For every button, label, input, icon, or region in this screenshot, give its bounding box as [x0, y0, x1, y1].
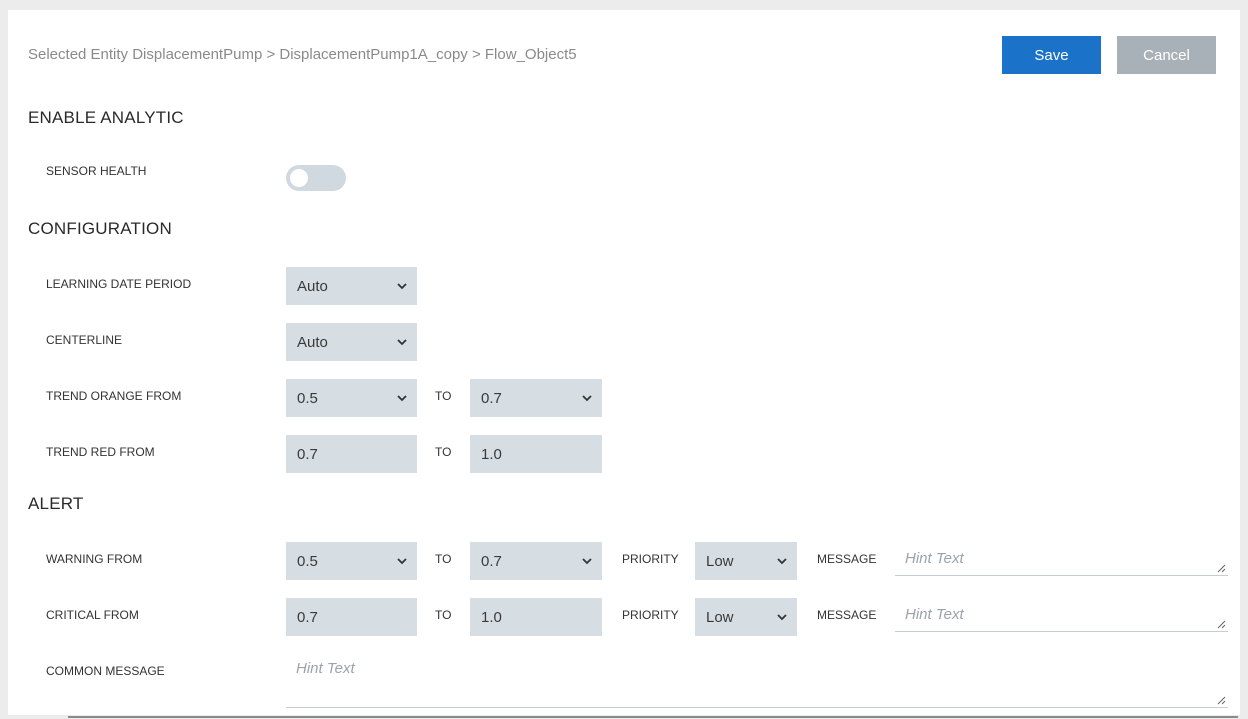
chevron-down-icon — [777, 614, 787, 621]
centerline-label: CENTERLINE — [46, 333, 123, 347]
breadcrumb: Selected Entity DisplacementPump > Displ… — [28, 46, 577, 63]
section-configuration: CONFIGURATION — [28, 219, 172, 238]
chevron-down-icon — [397, 558, 407, 565]
warning-priority-label: PRIORITY — [622, 552, 679, 566]
learning-date-period-label: LEARNING DATE PERIOD — [46, 277, 192, 291]
learning-date-period-select[interactable]: Auto — [286, 267, 417, 305]
sensor-health-toggle[interactable] — [286, 165, 346, 191]
trend-orange-from-value: 0.5 — [297, 389, 318, 407]
warning-priority-value: Low — [706, 552, 734, 570]
warning-message-placeholder: Hint Text — [905, 550, 964, 567]
warning-to-select[interactable]: 0.7 — [470, 542, 602, 580]
warning-from-label: WARNING FROM — [46, 552, 143, 566]
critical-from-input[interactable]: 0.7 — [286, 598, 417, 636]
warning-to-value: 0.7 — [481, 552, 502, 570]
section-alert: ALERT — [28, 494, 84, 513]
critical-priority-select[interactable]: Low — [695, 598, 797, 636]
trend-orange-to-value: 0.7 — [481, 389, 502, 407]
warning-from-value: 0.5 — [297, 552, 318, 570]
chevron-down-icon — [582, 558, 592, 565]
save-button[interactable]: Save — [1002, 36, 1101, 74]
common-message-textarea[interactable]: Hint Text — [286, 652, 1228, 708]
toggle-knob — [290, 169, 308, 187]
learning-date-period-value: Auto — [297, 277, 328, 295]
warning-message-textarea[interactable]: Hint Text — [895, 542, 1228, 576]
chevron-down-icon — [397, 339, 407, 346]
resize-handle-icon[interactable] — [1216, 563, 1226, 573]
warning-message-label: MESSAGE — [817, 552, 877, 566]
cancel-button[interactable]: Cancel — [1117, 36, 1216, 74]
resize-handle-icon[interactable] — [1216, 695, 1226, 705]
trend-orange-to-label: TO — [435, 389, 452, 403]
warning-priority-select[interactable]: Low — [695, 542, 797, 580]
trend-red-to-input[interactable]: 1.0 — [470, 435, 602, 473]
critical-from-label: CRITICAL FROM — [46, 608, 139, 622]
sensor-health-label: SENSOR HEALTH — [46, 164, 147, 178]
centerline-select[interactable]: Auto — [286, 323, 417, 361]
critical-message-label: MESSAGE — [817, 608, 877, 622]
chevron-down-icon — [397, 283, 407, 290]
critical-priority-value: Low — [706, 608, 734, 626]
critical-to-input[interactable]: 1.0 — [470, 598, 602, 636]
common-message-placeholder: Hint Text — [296, 660, 355, 677]
trend-orange-label: TREND ORANGE FROM — [46, 389, 182, 403]
common-message-label: COMMON MESSAGE — [46, 664, 165, 678]
trend-red-to-label: TO — [435, 445, 452, 459]
critical-to-label: TO — [435, 608, 452, 622]
chevron-down-icon — [582, 395, 592, 402]
trend-red-label: TREND RED FROM — [46, 445, 155, 459]
chevron-down-icon — [397, 395, 407, 402]
warning-from-select[interactable]: 0.5 — [286, 542, 417, 580]
section-enable-analytic: ENABLE ANALYTIC — [28, 108, 184, 127]
critical-message-placeholder: Hint Text — [905, 606, 964, 623]
chevron-down-icon — [777, 558, 787, 565]
trend-orange-from-select[interactable]: 0.5 — [286, 379, 417, 417]
trend-orange-to-select[interactable]: 0.7 — [470, 379, 602, 417]
scroll-edge-divider — [68, 716, 1238, 718]
critical-priority-label: PRIORITY — [622, 608, 679, 622]
trend-red-from-input[interactable]: 0.7 — [286, 435, 417, 473]
warning-to-label: TO — [435, 552, 452, 566]
resize-handle-icon[interactable] — [1216, 619, 1226, 629]
critical-message-textarea[interactable]: Hint Text — [895, 598, 1228, 632]
centerline-value: Auto — [297, 333, 328, 351]
config-panel: Selected Entity DisplacementPump > Displ… — [8, 10, 1240, 715]
